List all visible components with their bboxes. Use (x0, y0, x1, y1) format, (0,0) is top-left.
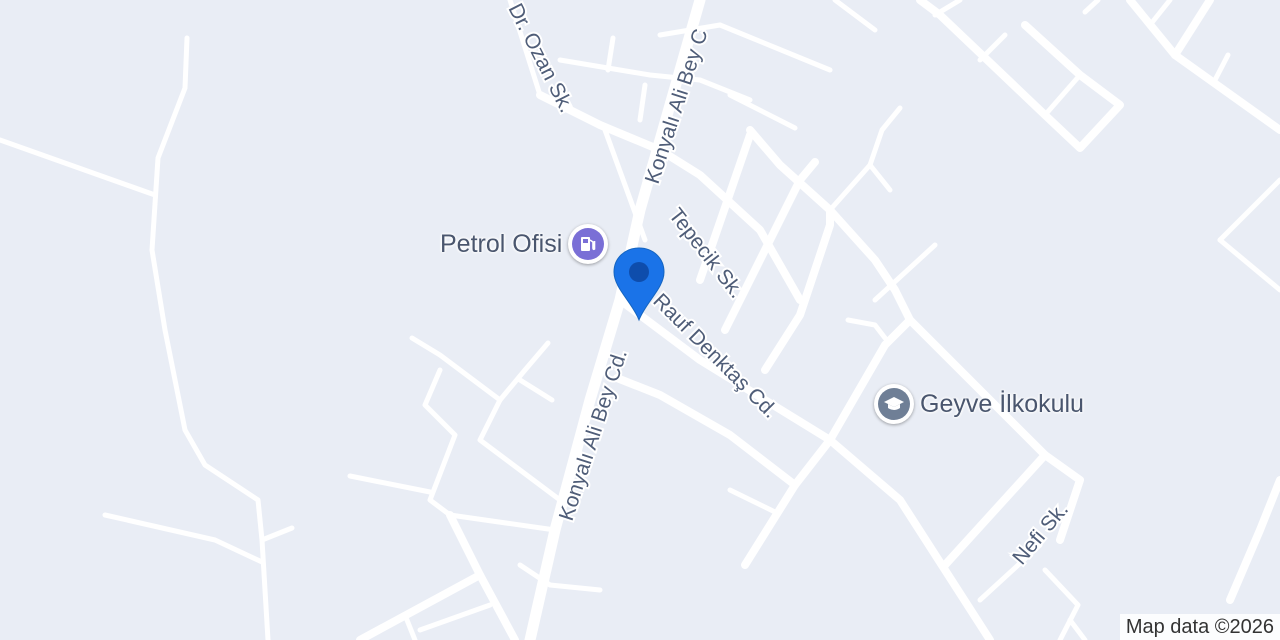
poi-label-geyve-ilkokulu: Geyve İlkokulu (920, 389, 1084, 418)
poi-label-petrol-ofisi: Petrol Ofisi (440, 229, 563, 258)
poi-pin-petrol-ofisi[interactable] (568, 224, 609, 264)
location-pin-icon[interactable] (612, 246, 666, 322)
poi-geyve-ilkokulu[interactable]: Geyve İlkokulu (874, 384, 1084, 424)
map-canvas[interactable]: Dr. Ozan Sk. Konyalı Ali Bey C Tepecik S… (0, 0, 1280, 640)
poi-pin-geyve-ilkokulu[interactable] (874, 384, 914, 424)
map-attribution[interactable]: Map data ©2026 (1119, 614, 1280, 640)
poi-petrol-ofisi[interactable]: Petrol Ofisi (440, 224, 609, 264)
school-icon (878, 388, 910, 420)
gas-station-icon (572, 228, 605, 260)
street-label-tepecik: Tepecik Sk. (664, 204, 748, 303)
